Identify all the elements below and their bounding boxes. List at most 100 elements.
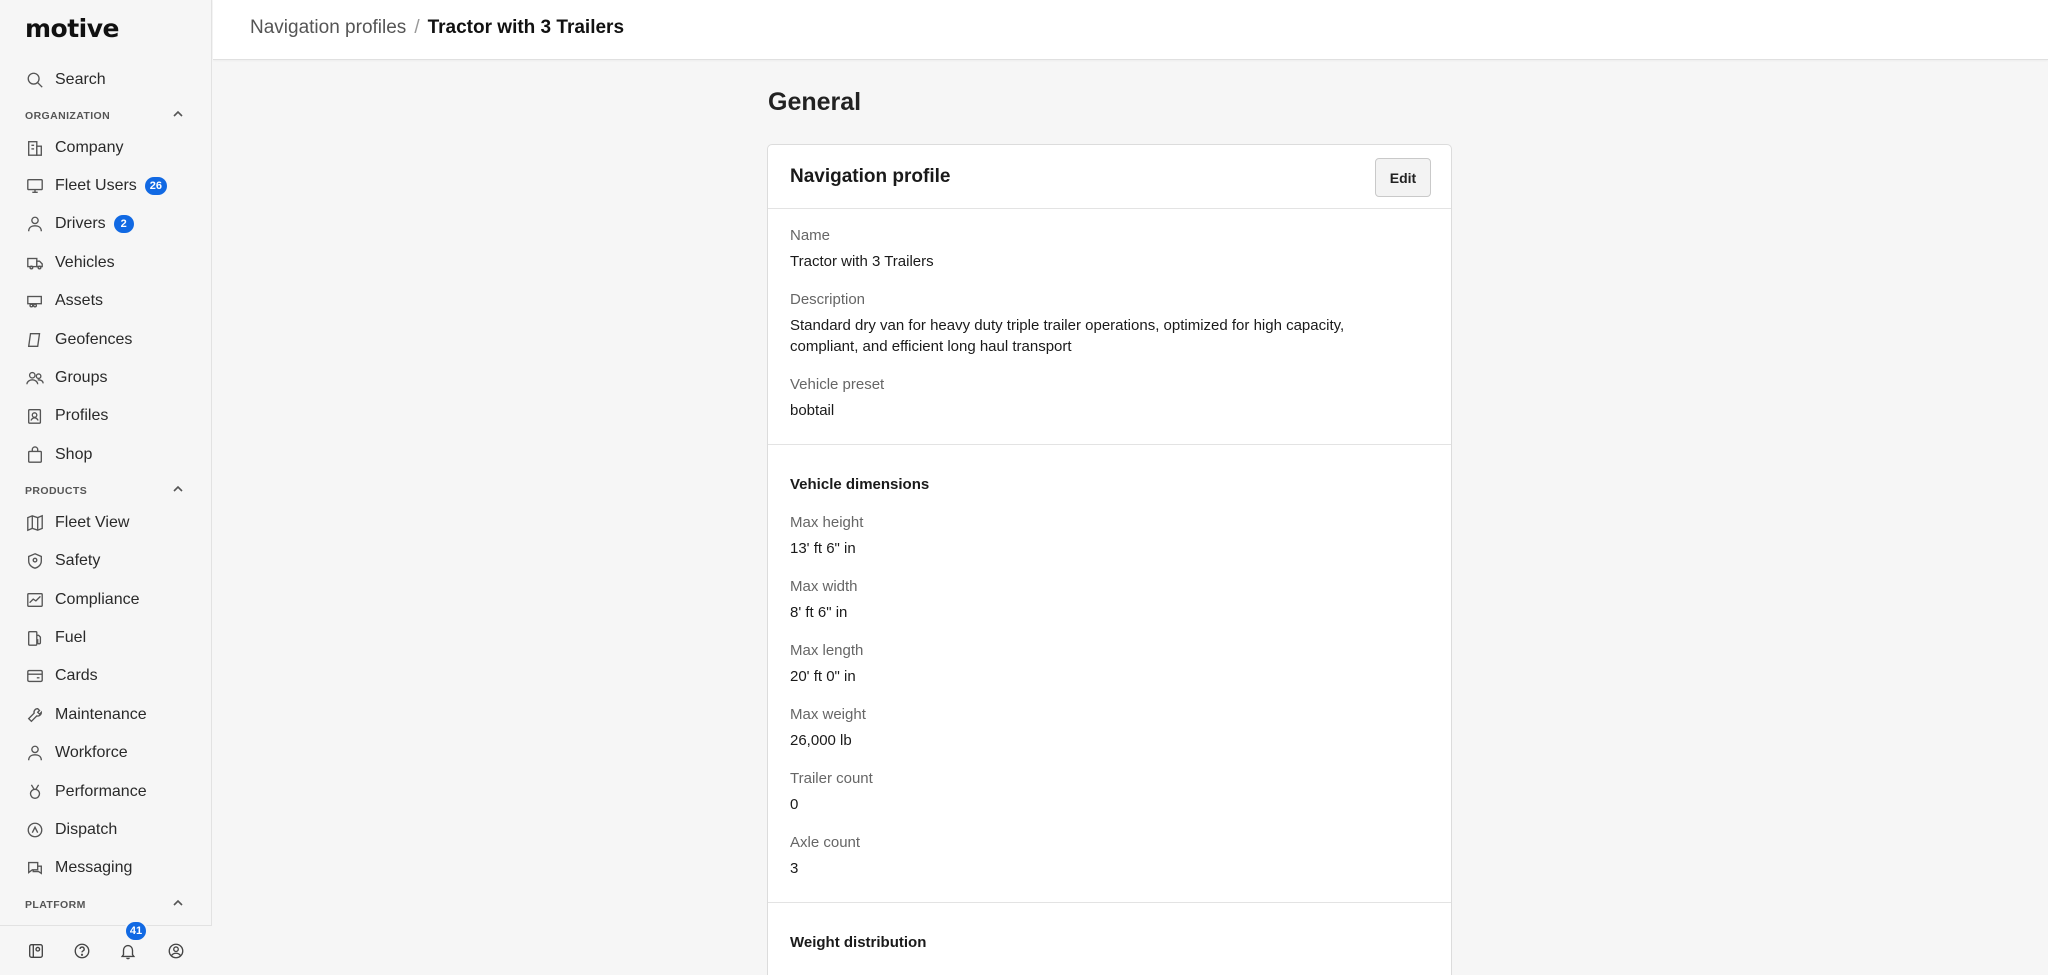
building-icon (25, 138, 45, 158)
sidebar-footer: 41 (0, 920, 212, 975)
axle-count-value: 3 (790, 860, 799, 877)
sidebar-item-label: Fleet View (55, 514, 130, 531)
sidebar-item-label: Assets (55, 292, 104, 309)
section-label-organization: ORGANIZATION (25, 110, 111, 122)
max-height-label: Max height (790, 514, 864, 531)
sidebar-item-safety[interactable]: Safety (25, 546, 100, 576)
sidebar-item-company[interactable]: Company (25, 133, 123, 163)
divider (768, 902, 1451, 903)
section-label-platform: PLATFORM (25, 899, 86, 911)
monitor-icon (25, 176, 45, 196)
sidebar-item-label: Cards (55, 667, 98, 684)
name-label: Name (790, 227, 831, 244)
trailer-count-label: Trailer count (790, 770, 873, 787)
sidebar-item-label: Maintenance (55, 706, 147, 723)
breadcrumb: Navigation profiles / Tractor with 3 Tra… (250, 17, 624, 39)
sidebar-item-geofences[interactable]: Geofences (25, 325, 132, 355)
sidebar-item-label: Dispatch (55, 821, 118, 838)
sidebar-item-vehicles[interactable]: Vehicles (25, 248, 115, 278)
sidebar-item-label: Workforce (55, 744, 128, 761)
max-length-value: 20' ft 0" in (790, 668, 856, 685)
account-icon[interactable] (167, 942, 187, 962)
breadcrumb-navigation-profiles-link[interactable]: Navigation profiles (250, 17, 406, 39)
sidebar: motive Search ORGANIZATION Company Fleet… (0, 0, 212, 975)
sidebar-item-label: Company (55, 139, 124, 156)
max-length-label: Max length (790, 642, 864, 659)
edit-button[interactable]: Edit (1375, 158, 1431, 197)
description-label: Description (790, 291, 866, 308)
chevron-up-icon[interactable] (172, 107, 184, 119)
sidebar-item-messaging[interactable]: Messaging (25, 853, 132, 883)
sidebar-item-assets[interactable]: Assets (25, 286, 103, 316)
sidebar-item-cards[interactable]: Cards (25, 661, 98, 691)
divider (768, 444, 1451, 445)
person-icon (25, 214, 45, 234)
map-icon (25, 513, 45, 533)
sidebar-item-label: Geofences (55, 331, 133, 348)
sidebar-item-label: Vehicles (55, 254, 115, 271)
medal-icon (25, 782, 45, 802)
sidebar-item-fleet-users[interactable]: Fleet Users 26 (25, 171, 168, 201)
max-weight-label: Max weight (790, 706, 866, 723)
sidebar-item-performance[interactable]: Performance (25, 777, 147, 807)
route-icon (25, 820, 45, 840)
description-value-line-1: Standard dry van for heavy duty triple t… (790, 317, 1345, 334)
axle-count-label: Axle count (790, 834, 861, 851)
sidebar-item-fuel[interactable]: Fuel (25, 623, 86, 653)
sidebar-item-fleet-view[interactable]: Fleet View (25, 508, 129, 538)
search-icon (25, 70, 45, 90)
trailer-count-value: 0 (790, 796, 799, 813)
sidebar-search[interactable]: Search (25, 65, 106, 95)
sidebar-item-label: Shop (55, 446, 93, 463)
header-bar: Navigation profiles / Tractor with 3 Tra… (213, 0, 2048, 60)
name-value: Tractor with 3 Trailers (790, 253, 934, 270)
breadcrumb-current: Tractor with 3 Trailers (427, 17, 625, 38)
sidebar-item-drivers[interactable]: Drivers 2 (25, 209, 134, 239)
message-icon (25, 858, 45, 878)
truck-icon (25, 253, 45, 273)
sidebar-item-label: Messaging (55, 859, 133, 876)
motive-logo[interactable]: motive (25, 14, 120, 43)
description-value-line-2: compliant, and efficient long haul trans… (790, 338, 1072, 355)
chart-icon (25, 590, 45, 610)
person-icon (25, 743, 45, 763)
bell-icon[interactable] (119, 942, 139, 962)
sidebar-item-compliance[interactable]: Compliance (25, 585, 139, 615)
trailer-icon (25, 291, 45, 311)
sidebar-item-label: Performance (55, 783, 147, 800)
sidebar-item-label: Compliance (55, 591, 140, 608)
card-header: Navigation profile Edit (768, 145, 1451, 209)
help-icon[interactable] (73, 942, 93, 962)
card-title: Navigation profile (790, 166, 951, 187)
max-width-label: Max width (790, 578, 858, 595)
sidebar-item-shop[interactable]: Shop (25, 440, 92, 470)
vehicle-preset-label: Vehicle preset (790, 376, 885, 393)
chevron-up-icon[interactable] (172, 482, 184, 494)
fleet-users-count-badge: 26 (144, 177, 168, 195)
wrench-icon (25, 705, 45, 725)
breadcrumb-separator: / (414, 17, 420, 38)
sidebar-item-label: Drivers (55, 215, 106, 232)
section-label-products: PRODUCTS (25, 485, 88, 497)
shopping-bag-icon (25, 445, 45, 465)
apps-icon[interactable] (27, 942, 47, 962)
max-weight-value: 26,000 lb (790, 732, 852, 749)
sidebar-item-dispatch[interactable]: Dispatch (25, 815, 117, 845)
sidebar-item-label: Safety (55, 552, 101, 569)
sidebar-item-label: Fleet Users (55, 177, 137, 194)
sidebar-item-profiles[interactable]: Profiles (25, 401, 108, 431)
sidebar-item-label: Profiles (55, 407, 109, 424)
chevron-up-icon[interactable] (172, 896, 184, 908)
sidebar-item-groups[interactable]: Groups (25, 363, 107, 393)
geofence-icon (25, 330, 45, 350)
profile-settings-icon (25, 406, 45, 426)
notifications-badge: 41 (124, 920, 148, 942)
fuel-icon (25, 628, 45, 648)
sidebar-item-workforce[interactable]: Workforce (25, 738, 128, 768)
vehicle-dimensions-title: Vehicle dimensions (790, 476, 930, 493)
sidebar-item-maintenance[interactable]: Maintenance (25, 700, 147, 730)
page-section-title: General (768, 88, 862, 116)
shield-icon (25, 551, 45, 571)
max-height-value: 13' ft 6" in (790, 540, 856, 557)
drivers-count-badge: 2 (113, 215, 134, 233)
